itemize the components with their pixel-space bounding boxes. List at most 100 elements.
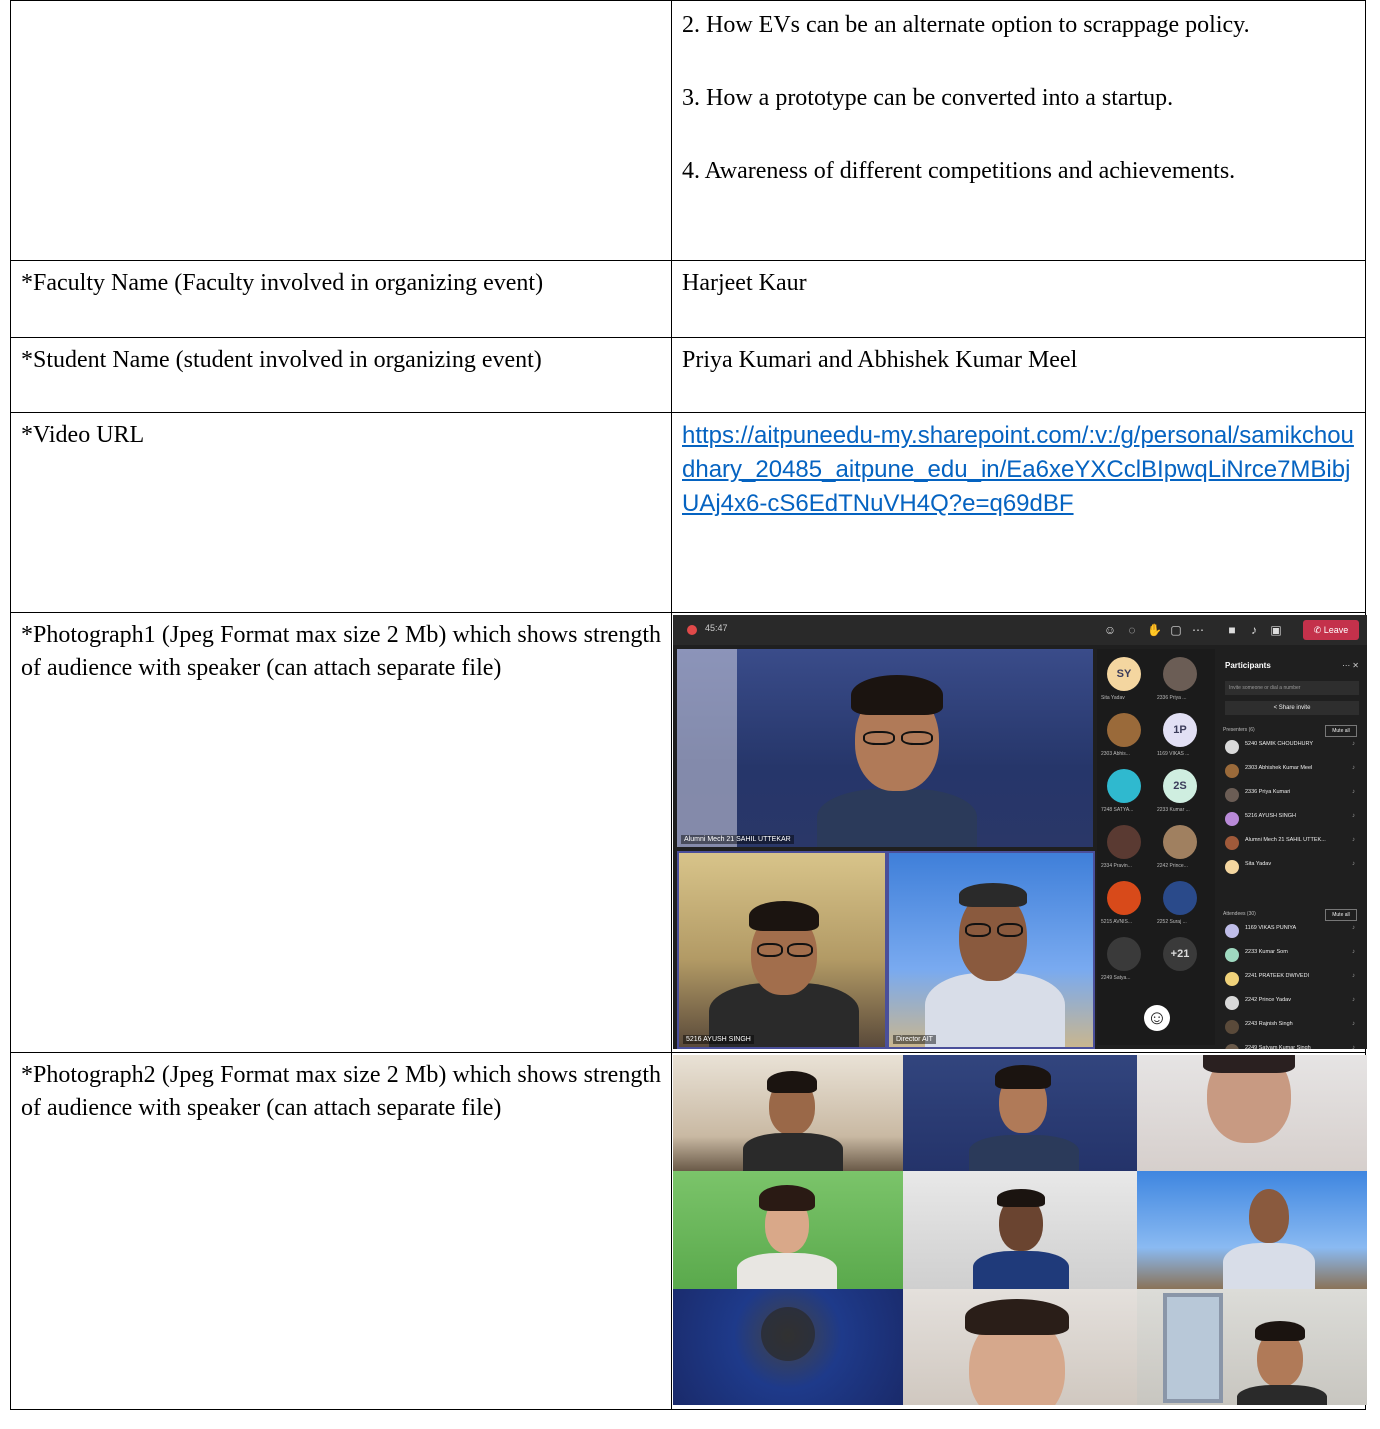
meeting-timer: 45:47: [705, 623, 728, 633]
attendees-header: Attendees (30): [1223, 911, 1256, 917]
grid-tile-name: 2334 Pravin...: [1101, 863, 1132, 869]
participant-row[interactable]: Alumni Mech 21 SAHIL UTTEK... ♪: [1225, 833, 1359, 853]
avatar: [1225, 996, 1239, 1010]
photo1-row: *Photograph1 (Jpeg Format max size 2 Mb)…: [10, 612, 1367, 1053]
main-speaker-name: Alumni Mech 21 SAHIL UTTEKAR: [681, 835, 794, 844]
close-icon[interactable]: ⋯ ✕: [1342, 661, 1359, 670]
avatar: [1225, 740, 1239, 754]
participant-name: 2243 Rajnish Singh: [1245, 1021, 1293, 1027]
point-item: 3. How a prototype can be converted into…: [682, 85, 1174, 111]
photo2-row: *Photograph2 (Jpeg Format max size 2 Mb)…: [10, 1052, 1367, 1410]
participant-row[interactable]: 2243 Rajnish Singh ♪: [1225, 1017, 1359, 1037]
grid-tile: [1163, 657, 1197, 691]
participants-panel: Participants ⋯ ✕ Invite someone or dial …: [1219, 649, 1365, 1049]
video-label: *Video URL: [10, 412, 672, 613]
participant-name: 1169 VIKAS PUNIYA: [1245, 925, 1297, 931]
more-icon[interactable]: ⋯: [1191, 623, 1205, 637]
share-icon[interactable]: ▣: [1269, 623, 1283, 637]
report-table: 2. How EVs can be an alternate option to…: [10, 0, 1367, 1410]
mic-icon[interactable]: ♪: [1352, 837, 1355, 843]
mic-icon[interactable]: ♪: [1352, 997, 1355, 1003]
reactions-icon[interactable]: ✋: [1147, 623, 1162, 637]
mic-icon[interactable]: ♪: [1352, 973, 1355, 979]
avatar: [1225, 1020, 1239, 1034]
photo2-cell: [671, 1052, 1367, 1410]
participant-row[interactable]: 5240 SAMIK CHOUDHURY ♪: [1225, 737, 1359, 757]
participants-title: Participants: [1225, 661, 1271, 670]
participant-name: 5240 SAMIK CHOUDHURY: [1245, 741, 1314, 747]
student-row: *Student Name (student involved in organ…: [10, 337, 1366, 413]
meeting-screenshot: 45:47 ☺ ◌ ✋ ▢ ⋯ ■ ♪ ▣ ✆ Leave Alumni Mec…: [673, 615, 1367, 1049]
mic-icon[interactable]: ♪: [1352, 765, 1355, 771]
invite-input[interactable]: Invite someone or dial a number: [1225, 681, 1359, 695]
gallery-tile: [673, 1289, 903, 1405]
mic-icon[interactable]: ♪: [1352, 789, 1355, 795]
mic-icon[interactable]: ♪: [1352, 925, 1355, 931]
avatar: [1225, 1044, 1239, 1049]
participant-row[interactable]: 2233 Kumar Som ♪: [1225, 945, 1359, 965]
participant-name: Sita Yadav: [1245, 861, 1272, 867]
avatar: [1225, 836, 1239, 850]
participant-row[interactable]: 2241 PRATEEK DWIVEDI ♪: [1225, 969, 1359, 989]
main-speaker-video: Alumni Mech 21 SAHIL UTTEKAR: [677, 649, 1093, 847]
mic-icon[interactable]: ♪: [1352, 1045, 1355, 1049]
grid-tile-name: 2233 Kumar ...: [1157, 807, 1190, 813]
faculty-value: Harjeet Kaur: [671, 260, 1366, 338]
chat-icon[interactable]: ◌: [1125, 623, 1139, 637]
video-value-cell: https://aitpuneedu-my.sharepoint.com/:v:…: [671, 412, 1366, 613]
photo1-cell: 45:47 ☺ ◌ ✋ ▢ ⋯ ■ ♪ ▣ ✆ Leave Alumni Mec…: [671, 612, 1367, 1053]
people-icon[interactable]: ☺: [1103, 623, 1117, 637]
faculty-label: *Faculty Name (Faculty involved in organ…: [10, 260, 672, 338]
gallery-screenshot: [673, 1055, 1367, 1405]
grid-tile: [1107, 769, 1141, 803]
video-link[interactable]: https://aitpuneedu-my.sharepoint.com/:v:…: [682, 422, 1354, 517]
gallery-tile: [1137, 1171, 1367, 1289]
participant-row[interactable]: 1169 VIKAS PUNIYA ♪: [1225, 921, 1359, 941]
more-participants-tile[interactable]: +21: [1163, 937, 1197, 971]
grid-tile: [1107, 937, 1141, 971]
avatar: [1225, 764, 1239, 778]
mic-icon[interactable]: ♪: [1352, 741, 1355, 747]
grid-tile-name: 2303 Abhis...: [1101, 751, 1130, 757]
mic-icon[interactable]: ♪: [1352, 1021, 1355, 1027]
participant-video: 5216 AYUSH SINGH: [677, 851, 887, 1049]
participant-row[interactable]: 2249 Satyam Kumar Singh ♪: [1225, 1041, 1359, 1049]
gallery-tile: [903, 1289, 1137, 1405]
mute-all-attendees-button[interactable]: Mute all: [1325, 909, 1357, 921]
participant-name: 2249 Satyam Kumar Singh: [1245, 1045, 1311, 1049]
gallery-tile: [673, 1055, 903, 1171]
participant-row[interactable]: 2336 Priya Kumari ♪: [1225, 785, 1359, 805]
participant-name: 2242 Prince Yadav: [1245, 997, 1291, 1003]
participant-row[interactable]: 5216 AYUSH SINGH ♪: [1225, 809, 1359, 829]
smiley-icon[interactable]: ☺: [1144, 1005, 1170, 1031]
director-video: Director AIT: [887, 851, 1095, 1049]
point-item: 2. How EVs can be an alternate option to…: [682, 12, 1250, 38]
mic-icon[interactable]: ♪: [1352, 813, 1355, 819]
grid-tile-name: 2249 Satya...: [1101, 975, 1131, 981]
rooms-icon[interactable]: ▢: [1169, 623, 1183, 637]
grid-tile-name: 7248 SATYA...: [1101, 807, 1134, 813]
grid-tile-name: 1169 VIKAS ...: [1157, 751, 1190, 757]
participant-row[interactable]: 2242 Prince Yadav ♪: [1225, 993, 1359, 1013]
mic-icon[interactable]: ♪: [1352, 949, 1355, 955]
avatar: [1225, 860, 1239, 874]
presenters-header: Presenters (6): [1223, 727, 1255, 733]
photo1-label: *Photograph1 (Jpeg Format max size 2 Mb)…: [10, 612, 672, 1053]
participant-row[interactable]: Sita Yadav ♪: [1225, 857, 1359, 877]
grid-tile-name: 2242 Prince...: [1157, 863, 1188, 869]
participant-row[interactable]: 2303 Abhishek Kumar Meel ♪: [1225, 761, 1359, 781]
gallery-tile: [1137, 1289, 1367, 1405]
mic-icon[interactable]: ♪: [1352, 861, 1355, 867]
leave-button[interactable]: ✆ Leave: [1303, 620, 1359, 640]
share-invite-button[interactable]: < Share invite: [1225, 701, 1359, 715]
grid-tile: [1163, 881, 1197, 915]
avatar: [1225, 972, 1239, 986]
outcomes-label-cell: [10, 0, 672, 261]
mute-all-presenters-button[interactable]: Mute all: [1325, 725, 1357, 737]
participant-name: 2303 Abhishek Kumar Meel: [1245, 765, 1313, 771]
grid-tile: [1107, 713, 1141, 747]
video-row: *Video URL https://aitpuneedu-my.sharepo…: [10, 412, 1366, 613]
mic-icon[interactable]: ♪: [1247, 623, 1261, 637]
avatar: [1225, 788, 1239, 802]
camera-icon[interactable]: ■: [1225, 623, 1239, 637]
